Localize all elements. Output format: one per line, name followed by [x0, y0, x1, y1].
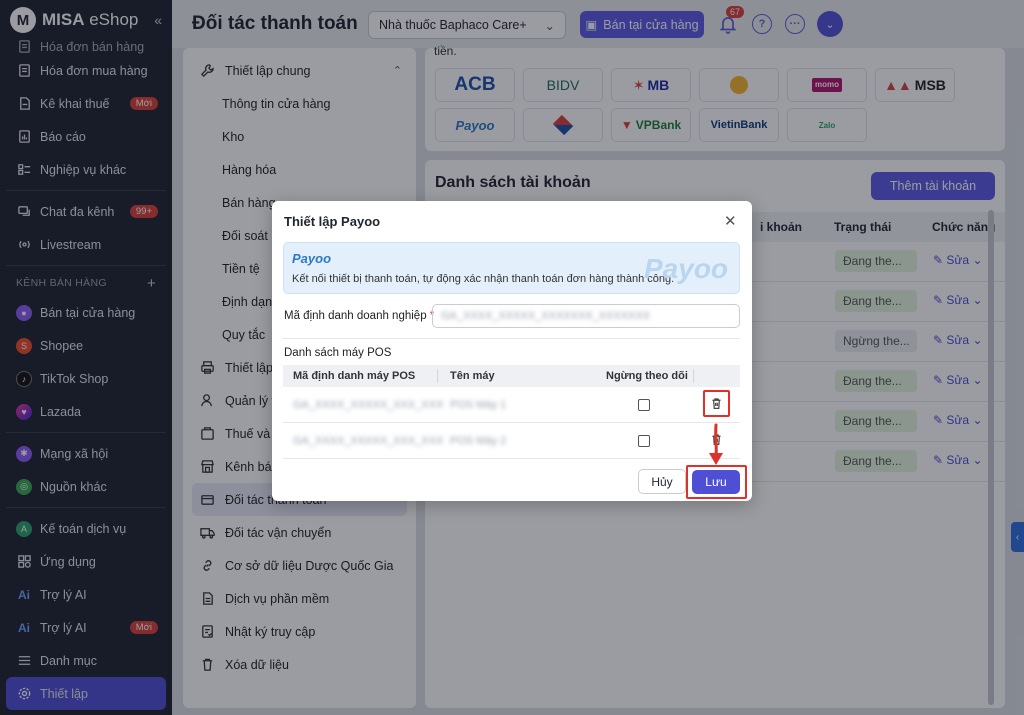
- payoo-watermark: Payoo: [644, 253, 729, 284]
- payoo-settings-dialog: Thiết lập Payoo ✕ Payoo Kết nối thiết bị…: [272, 201, 752, 501]
- cancel-button[interactable]: Hủy: [638, 469, 686, 494]
- pos-table-header: Mã định danh máy POS Tên máy Ngừng theo …: [283, 365, 740, 387]
- banner-description: Kết nối thiết bị thanh toán, tự động xác…: [292, 273, 675, 285]
- delete-highlight-box: [703, 390, 730, 417]
- merchant-id-input[interactable]: GA_XXXX_XXXXX_XXXXXXX_XXXXXXX: [432, 304, 740, 328]
- table-row: GA_XXXX_XXXXX_XXX_XXX POS Máy 2: [283, 423, 740, 459]
- merchant-id-label: Mã định danh doanh nghiệp *: [284, 310, 435, 322]
- save-highlight-box: [686, 465, 747, 499]
- close-icon[interactable]: ✕: [724, 212, 737, 230]
- dialog-divider: [283, 338, 740, 339]
- table-row: GA_XXXX_XXXXX_XXX_XXX POS Máy 1: [283, 387, 740, 423]
- payoo-info-banner: Payoo Kết nối thiết bị thanh toán, tự độ…: [283, 242, 740, 294]
- pos-list-title: Danh sách máy POS: [284, 347, 392, 359]
- payoo-logo: Payoo: [292, 251, 332, 266]
- stop-tracking-checkbox[interactable]: [638, 435, 650, 447]
- stop-tracking-checkbox[interactable]: [638, 399, 650, 411]
- pos-table: Mã định danh máy POS Tên máy Ngừng theo …: [283, 365, 740, 459]
- arrow-down-icon: [709, 423, 723, 465]
- dialog-title: Thiết lập Payoo: [284, 214, 381, 229]
